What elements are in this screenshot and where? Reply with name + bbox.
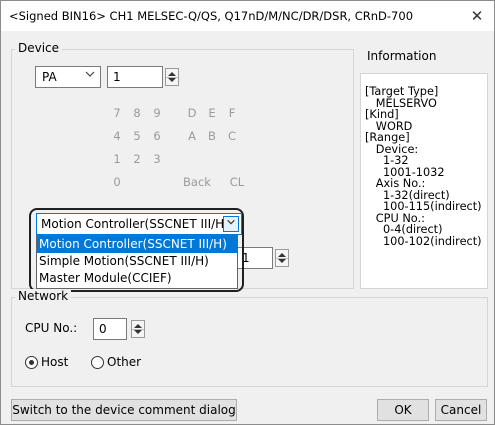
window-title: <Signed BIN16> CH1 MELSEC-Q/QS, Q17nD/M/… [9, 9, 414, 23]
close-icon[interactable]: ✕ [466, 5, 488, 27]
title-bar: <Signed BIN16> CH1 MELSEC-Q/QS, Q17nD/M/… [1, 1, 494, 31]
key-clear[interactable]: CL [219, 172, 255, 192]
key-d[interactable]: D [181, 103, 203, 123]
key-1[interactable]: 1 [106, 149, 128, 169]
cpu-number-label: CPU No.: [25, 321, 78, 335]
cancel-button[interactable]: Cancel [435, 399, 487, 421]
controller-option-master-module[interactable]: Master Module(CCIEF) [37, 270, 237, 287]
key-9[interactable]: 9 [146, 103, 168, 123]
device-dialog: <Signed BIN16> CH1 MELSEC-Q/QS, Q17nD/M/… [0, 0, 495, 425]
key-2[interactable]: 2 [126, 149, 148, 169]
spin-down-icon [168, 78, 176, 82]
axis-number-spinner[interactable] [275, 249, 289, 267]
controller-type-select[interactable]: Motion Controller(SSCNET III/H) [36, 213, 242, 235]
cpu-number-input[interactable]: 0 [93, 318, 127, 340]
controller-option-motion-controller[interactable]: Motion Controller(SSCNET III/H) [37, 236, 237, 253]
key-3[interactable]: 3 [146, 149, 168, 169]
spin-down-icon [278, 259, 286, 263]
device-number-spinner[interactable] [165, 68, 179, 86]
host-radio[interactable] [25, 356, 38, 369]
network-group [11, 297, 488, 387]
controller-type-value: Motion Controller(SSCNET III/H) [41, 217, 229, 231]
spin-up-icon [168, 72, 176, 76]
network-group-label: Network [15, 289, 72, 303]
device-group-label: Device [15, 41, 63, 55]
device-number-value: 1 [113, 70, 121, 84]
key-c[interactable]: C [221, 126, 243, 146]
key-f[interactable]: F [221, 103, 243, 123]
key-0[interactable]: 0 [106, 172, 128, 192]
device-type-value: PA [42, 70, 57, 84]
key-6[interactable]: 6 [146, 126, 168, 146]
spin-up-icon [278, 253, 286, 257]
information-panel: [Target Type] MELSERVO [Kind] WORD [Rang… [360, 73, 488, 289]
key-a[interactable]: A [181, 126, 203, 146]
ok-button[interactable]: OK [377, 399, 429, 421]
key-4[interactable]: 4 [106, 126, 128, 146]
key-e[interactable]: E [201, 103, 223, 123]
switch-comment-dialog-button[interactable]: Switch to the device comment dialog [11, 399, 237, 421]
chevron-down-icon [84, 68, 96, 83]
cpu-number-value: 0 [99, 322, 107, 336]
device-type-select[interactable]: PA [35, 66, 101, 88]
host-radio-label: Host [41, 355, 69, 369]
other-radio-label: Other [107, 355, 142, 369]
other-radio[interactable] [91, 356, 104, 369]
controller-option-simple-motion[interactable]: Simple Motion(SSCNET III/H) [37, 253, 237, 270]
device-number-input[interactable]: 1 [107, 66, 163, 88]
key-b[interactable]: B [201, 126, 223, 146]
spin-down-icon [134, 330, 142, 334]
controller-type-list: Motion Controller(SSCNET III/H) Simple M… [36, 235, 238, 289]
cpu-number-spinner[interactable] [131, 320, 145, 338]
information-title: Information [367, 49, 437, 63]
key-8[interactable]: 8 [126, 103, 148, 123]
key-7[interactable]: 7 [106, 103, 128, 123]
key-back[interactable]: Back [179, 172, 215, 192]
spin-up-icon [134, 324, 142, 328]
key-5[interactable]: 5 [126, 126, 148, 146]
chevron-down-icon[interactable] [223, 216, 239, 232]
